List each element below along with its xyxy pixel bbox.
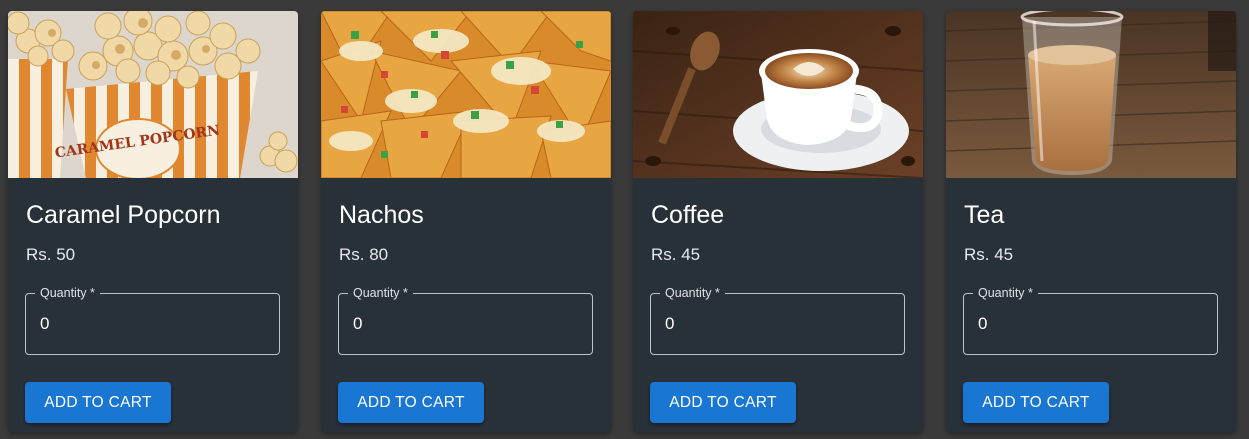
product-name: Nachos (339, 201, 424, 229)
add-to-cart-button[interactable]: ADD TO CART (650, 382, 796, 423)
quantity-input[interactable] (978, 312, 1198, 336)
product-price: Rs. 45 (651, 245, 701, 264)
product-name: Caramel Popcorn (26, 201, 221, 229)
product-name: Tea (964, 201, 1005, 229)
product-price: Rs. 80 (339, 245, 389, 264)
product-card-tea: Tea Rs. 45 Quantity * ADD TO CART (946, 11, 1236, 432)
product-card-nachos: Nachos Rs. 80 Quantity * ADD TO CART (321, 11, 611, 432)
quantity-label: Quantity * (348, 286, 413, 301)
nachos-image (321, 11, 611, 178)
add-to-cart-button[interactable]: ADD TO CART (25, 382, 171, 423)
quantity-input[interactable] (40, 312, 260, 336)
quantity-field: Quantity * (650, 286, 905, 355)
quantity-field: Quantity * (963, 286, 1218, 355)
tea-image (946, 11, 1236, 178)
quantity-label: Quantity * (660, 286, 725, 301)
popcorn-image: CARAMEL POPCORN (8, 11, 298, 178)
product-grid: CARAMEL POPCORN Caramel Popcorn Rs. 50 Q… (0, 0, 1249, 439)
quantity-input[interactable] (665, 312, 885, 336)
product-price: Rs. 50 (26, 245, 76, 264)
quantity-field: Quantity * (25, 286, 280, 355)
quantity-label: Quantity * (973, 286, 1038, 301)
product-price: Rs. 45 (964, 245, 1014, 264)
product-name: Coffee (651, 201, 725, 229)
quantity-label: Quantity * (35, 286, 100, 301)
quantity-input[interactable] (353, 312, 573, 336)
coffee-image (633, 11, 923, 178)
add-to-cart-button[interactable]: ADD TO CART (338, 382, 484, 423)
add-to-cart-button[interactable]: ADD TO CART (963, 382, 1109, 423)
product-card-coffee: Coffee Rs. 45 Quantity * ADD TO CART (633, 11, 923, 432)
product-card-caramel-popcorn: CARAMEL POPCORN Caramel Popcorn Rs. 50 Q… (8, 11, 298, 432)
quantity-field: Quantity * (338, 286, 593, 355)
